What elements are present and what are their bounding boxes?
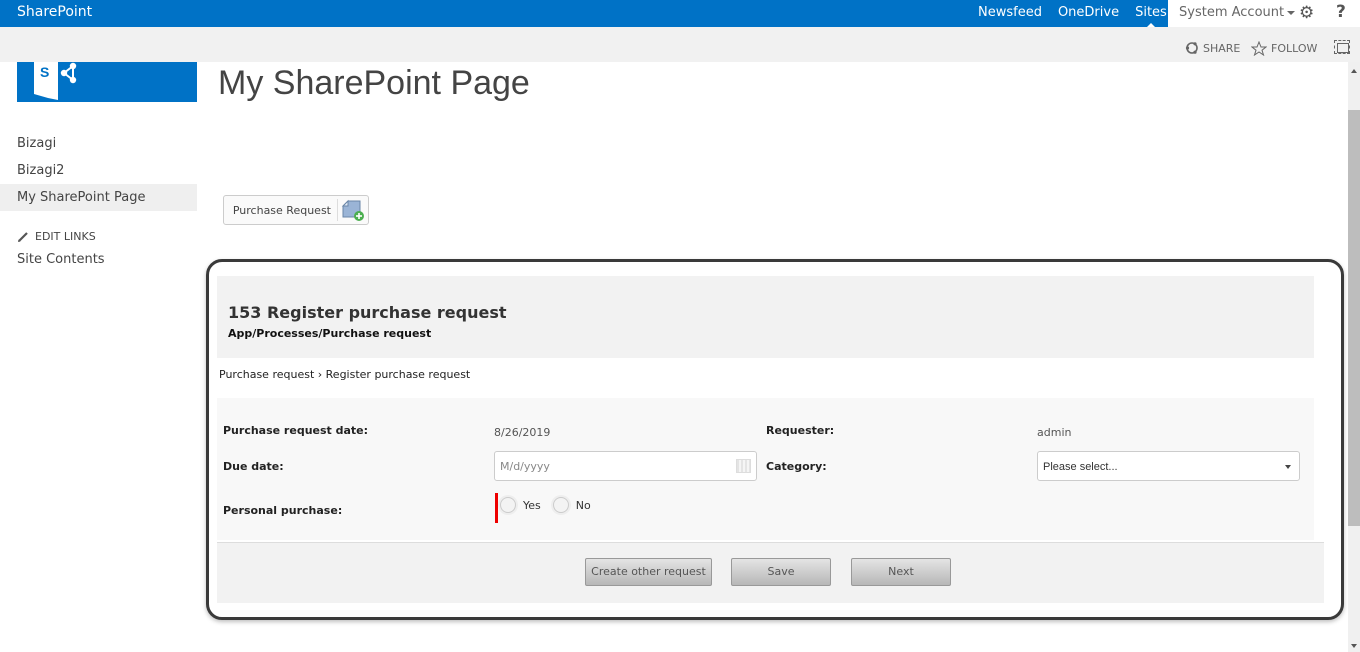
- nav-item-my-sharepoint-page[interactable]: My SharePoint Page: [0, 184, 197, 211]
- radio-no-label[interactable]: No: [576, 499, 591, 512]
- form-breadcrumb: Purchase request › Register purchase req…: [219, 368, 471, 381]
- help-icon[interactable]: ?: [1336, 2, 1346, 22]
- nav-item-bizagi2[interactable]: Bizagi2: [0, 157, 197, 184]
- chevron-down-icon: [1287, 10, 1296, 15]
- quick-launch: Bizagi Bizagi2 My SharePoint Page: [0, 130, 197, 211]
- suite-bar: SharePoint Newsfeed OneDrive Sites Syste…: [0, 0, 1360, 27]
- sharepoint-logo-icon: S: [34, 62, 77, 100]
- site-contents-link[interactable]: Site Contents: [17, 252, 105, 267]
- suite-link-newsfeed[interactable]: Newsfeed: [970, 0, 1050, 27]
- svg-text:S: S: [40, 64, 49, 80]
- save-button[interactable]: Save: [731, 558, 831, 586]
- scroll-thumb[interactable]: [1348, 110, 1360, 526]
- due-date-label: Due date:: [223, 460, 284, 473]
- form-header: 153 Register purchase request App/Proces…: [217, 276, 1314, 358]
- radio-yes-label[interactable]: Yes: [523, 499, 541, 512]
- account-menu[interactable]: System Account: [1179, 5, 1296, 20]
- gear-icon[interactable]: ⚙: [1299, 3, 1314, 23]
- purchase-request-date-value: 8/26/2019: [494, 426, 551, 439]
- radio-no[interactable]: [552, 497, 569, 513]
- chevron-down-icon: [1285, 465, 1291, 469]
- form-body: Purchase request date: 8/26/2019 Request…: [217, 398, 1314, 540]
- page-title: My SharePoint Page: [218, 64, 530, 102]
- create-other-request-button[interactable]: Create other request: [585, 558, 712, 586]
- app-button-label: Purchase Request: [232, 203, 331, 217]
- scroll-up-arrow-icon[interactable]: [1351, 69, 1357, 73]
- suite-link-onedrive[interactable]: OneDrive: [1050, 0, 1127, 27]
- requester-value: admin: [1037, 426, 1072, 439]
- calendar-icon[interactable]: [736, 459, 751, 473]
- site-logo[interactable]: S: [17, 62, 197, 102]
- suite-links: Newsfeed OneDrive Sites: [970, 0, 1175, 27]
- new-item-icon: [338, 196, 368, 224]
- suite-right-area: System Account ⚙ ?: [1168, 0, 1360, 27]
- category-label: Category:: [766, 460, 827, 473]
- page-scrollbar[interactable]: [1348, 62, 1360, 652]
- pencil-icon: [18, 231, 28, 242]
- bizagi-form-frame: 153 Register purchase request App/Proces…: [206, 259, 1344, 620]
- brand-link[interactable]: SharePoint: [17, 4, 92, 20]
- purchase-request-app-button[interactable]: Purchase Request: [223, 195, 369, 225]
- personal-purchase-label: Personal purchase:: [223, 504, 343, 517]
- form-title: 153 Register purchase request: [228, 303, 507, 322]
- form-footer: Create other request Save Next: [217, 542, 1324, 603]
- star-icon: [1251, 41, 1267, 56]
- category-select[interactable]: Please select...: [1037, 451, 1300, 481]
- next-button[interactable]: Next: [851, 558, 951, 586]
- purchase-request-date-label: Purchase request date:: [223, 424, 369, 437]
- requester-label: Requester:: [766, 424, 835, 437]
- share-label: SHARE: [1203, 41, 1241, 55]
- edit-links-label: EDIT LINKS: [35, 230, 96, 243]
- share-button[interactable]: SHARE: [1185, 41, 1240, 55]
- required-indicator: [495, 493, 498, 523]
- category-selected-value: Please select...: [1043, 461, 1118, 473]
- scroll-down-arrow-icon[interactable]: [1351, 644, 1357, 648]
- form-process-path: App/Processes/Purchase request: [228, 327, 432, 340]
- ribbon: SHARE FOLLOW: [0, 27, 1360, 62]
- follow-label: FOLLOW: [1271, 42, 1318, 55]
- edit-links-button[interactable]: EDIT LINKS: [17, 230, 96, 243]
- follow-button[interactable]: FOLLOW: [1251, 41, 1317, 56]
- due-date-placeholder: M/d/yyyy: [500, 460, 550, 473]
- share-icon: [1185, 42, 1198, 54]
- personal-purchase-radio-group: Yes No: [500, 497, 603, 513]
- nav-item-bizagi[interactable]: Bizagi: [0, 130, 197, 157]
- focus-content-icon[interactable]: [1334, 40, 1350, 54]
- due-date-input[interactable]: M/d/yyyy: [494, 451, 757, 481]
- radio-yes[interactable]: [500, 497, 516, 513]
- account-name: System Account: [1179, 5, 1285, 20]
